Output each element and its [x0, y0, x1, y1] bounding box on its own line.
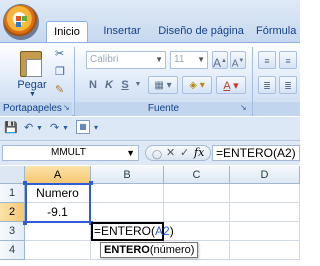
- cell-b2[interactable]: [91, 203, 164, 222]
- font-color-button[interactable]: A ▾: [216, 76, 246, 94]
- tab-diseno-de-pagina[interactable]: Diseño de página: [155, 21, 247, 42]
- bold-button[interactable]: N: [86, 76, 100, 94]
- align-center-button[interactable]: ≣: [279, 76, 297, 94]
- tooltip-args: (número): [149, 244, 195, 256]
- cell-a2[interactable]: -9.1: [25, 203, 91, 222]
- save-icon[interactable]: 💾: [4, 121, 18, 134]
- name-box[interactable]: MMULT ▼: [2, 145, 139, 161]
- format-painter-icon[interactable]: ✎: [55, 83, 64, 96]
- font-launcher-icon[interactable]: ↘: [240, 103, 247, 112]
- quick-access-toolbar: 💾 ↶ ▼ ↷ ▼ ▦ ▾: [0, 117, 300, 141]
- range-handle[interactable]: [23, 221, 27, 225]
- font-name-value: Calibri: [90, 54, 119, 65]
- redo-dropdown-icon[interactable]: ▼: [62, 125, 69, 132]
- tooltip-function-name[interactable]: ENTERO: [104, 244, 150, 256]
- enter-icon[interactable]: ✓: [180, 146, 189, 160]
- insert-function-button[interactable]: fx: [194, 146, 204, 160]
- align-middle-button[interactable]: ≡: [279, 51, 297, 69]
- row-header-2[interactable]: 2: [0, 203, 25, 222]
- spreadsheet-grid: A B C D 1 2 3 4 Numero -9.1 =ENTERO(A2) …: [0, 166, 300, 266]
- redo-icon[interactable]: ↷: [50, 121, 59, 134]
- formula-reference: A2: [155, 224, 170, 238]
- chevron-down-icon: ▼: [197, 55, 205, 64]
- underline-dropdown-icon[interactable]: ▼: [133, 76, 143, 94]
- align-left-button[interactable]: ≣: [258, 76, 276, 94]
- cancel-icon[interactable]: ✕: [166, 146, 175, 160]
- italic-button[interactable]: K: [102, 76, 116, 94]
- undo-icon[interactable]: ↶: [24, 121, 33, 134]
- cell-c2[interactable]: [164, 203, 230, 222]
- clipboard-group-label: Portapapeles: [0, 102, 72, 116]
- undo-dropdown-icon[interactable]: ▼: [36, 125, 43, 132]
- paste-dropdown-icon[interactable]: ▼: [29, 91, 36, 98]
- cell-c3[interactable]: [164, 222, 230, 241]
- cell-d3[interactable]: [230, 222, 300, 241]
- range-handle[interactable]: [23, 181, 27, 185]
- formula-buttons: ◯ ✕ ✓ fx: [145, 145, 211, 161]
- borders-button[interactable]: ▦ ▾: [148, 76, 178, 94]
- font-name-combo[interactable]: Calibri ▼: [86, 51, 166, 69]
- alignment-group-label: [253, 102, 300, 116]
- column-header-c[interactable]: C: [164, 166, 230, 184]
- column-header-a[interactable]: A: [25, 166, 91, 184]
- ribbon-tab-strip: Inicio Insertar Diseño de página Fórmula: [0, 0, 300, 42]
- name-box-value: MMULT: [51, 147, 86, 158]
- office-button[interactable]: [3, 4, 39, 40]
- paste-button[interactable]: Pegar: [16, 79, 48, 91]
- row-header-1[interactable]: 1: [0, 184, 25, 203]
- customize-qat-icon[interactable]: ▾: [94, 123, 98, 132]
- cell-a3[interactable]: [25, 222, 91, 241]
- cell-a4[interactable]: [25, 241, 91, 260]
- tab-formulas[interactable]: Fórmula: [256, 21, 300, 42]
- cell-d2[interactable]: [230, 203, 300, 222]
- formula-bar: MMULT ▼ ◯ ✕ ✓ fx =ENTERO(A2): [0, 141, 300, 165]
- cell-d1[interactable]: [230, 184, 300, 203]
- tab-insertar[interactable]: Insertar: [97, 21, 147, 42]
- cell-b1[interactable]: [91, 184, 164, 203]
- table-icon[interactable]: ▦: [76, 120, 90, 134]
- cell-b3-editor[interactable]: =ENTERO(A2): [91, 222, 174, 241]
- font-size-combo[interactable]: 11 ▼: [170, 51, 208, 69]
- cut-icon[interactable]: ✂: [55, 47, 64, 60]
- office-logo-icon: [16, 16, 28, 28]
- clipboard-launcher-icon[interactable]: ↘: [63, 103, 70, 112]
- shrink-font-button[interactable]: A▼: [230, 51, 246, 69]
- font-group-label: Fuente: [75, 102, 252, 116]
- align-top-button[interactable]: ≡: [258, 51, 276, 69]
- ribbon: Pegar ▼ ✂ ❐ ✎ Portapapeles ↘ Calibri ▼ 1…: [0, 42, 300, 116]
- cell-c1[interactable]: [164, 184, 230, 203]
- fill-color-button[interactable]: ◈ ▾: [182, 76, 212, 94]
- column-header-b[interactable]: B: [91, 166, 164, 184]
- tab-inicio[interactable]: Inicio: [46, 21, 88, 42]
- font-size-value: 11: [174, 54, 185, 65]
- select-all-corner[interactable]: [0, 166, 25, 184]
- row-header-4[interactable]: 4: [0, 241, 25, 260]
- row-header-3[interactable]: 3: [0, 222, 25, 241]
- underline-button[interactable]: S: [118, 76, 132, 94]
- cell-a1[interactable]: Numero: [25, 184, 91, 203]
- cell-d4[interactable]: [230, 241, 300, 260]
- range-handle[interactable]: [89, 181, 93, 185]
- copy-icon[interactable]: ❐: [55, 65, 65, 78]
- circle-icon: ◯: [152, 149, 163, 159]
- formula-input[interactable]: =ENTERO(A2): [212, 145, 300, 161]
- paste-icon[interactable]: [20, 51, 42, 77]
- formula-text: =ENTERO(: [94, 224, 156, 238]
- column-header-d[interactable]: D: [230, 166, 300, 184]
- chevron-down-icon: ▼: [126, 148, 135, 158]
- chevron-down-icon: ▼: [155, 55, 163, 64]
- formula-text-end: ): [169, 224, 174, 238]
- grow-font-button[interactable]: A▲: [212, 51, 228, 70]
- function-tooltip: ENTERO(número): [100, 242, 199, 258]
